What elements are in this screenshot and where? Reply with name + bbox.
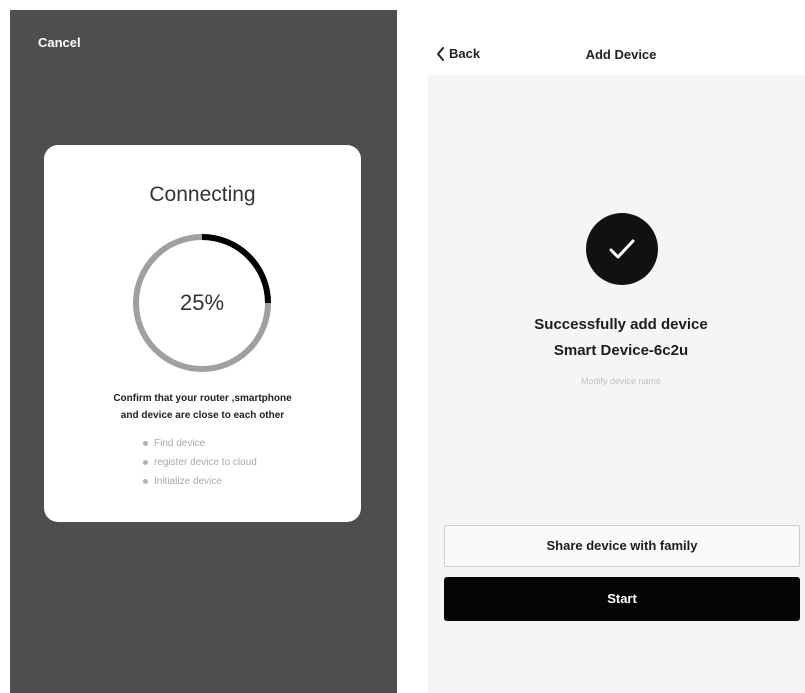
instruction-line: and device are close to each other	[120, 410, 285, 421]
cancel-button[interactable]: Cancel	[38, 35, 81, 50]
step-item: Find device	[143, 434, 257, 453]
bullet-icon	[143, 441, 148, 446]
success-checkmark-icon	[586, 213, 658, 285]
step-item: register device to cloud	[143, 453, 257, 472]
checkmark-icon	[609, 239, 635, 259]
add-device-screen: Back Add Device Successfully add device …	[428, 10, 805, 693]
modify-device-name-link[interactable]: Modify device name	[428, 376, 805, 386]
step-label: Find device	[154, 438, 206, 449]
connection-steps: Find device register device to cloud Ini…	[143, 434, 257, 491]
connection-instructions: Confirm that your router ,smartphone and…	[44, 390, 361, 424]
bullet-icon	[143, 479, 148, 484]
step-item: Initialize device	[143, 472, 257, 491]
share-device-button[interactable]: Share device with family	[444, 525, 800, 567]
step-label: Initialize device	[154, 476, 222, 487]
progress-percentage: 25%	[179, 290, 225, 315]
navigation-bar: Back Add Device	[428, 10, 805, 75]
device-name: Smart Device-6c2u	[553, 342, 689, 359]
connecting-dialog: Connecting 25% Confirm that your router …	[44, 145, 361, 522]
instruction-line: Confirm that your router ,smartphone	[113, 393, 292, 404]
start-button[interactable]: Start	[444, 577, 800, 621]
page-title: Add Device	[585, 47, 657, 62]
connecting-title: Connecting	[149, 183, 256, 206]
bullet-icon	[143, 460, 148, 465]
connecting-screen: Cancel Connecting 25% Confirm that your …	[10, 10, 397, 693]
success-message: Successfully add device	[534, 316, 708, 333]
step-label: register device to cloud	[154, 457, 257, 468]
